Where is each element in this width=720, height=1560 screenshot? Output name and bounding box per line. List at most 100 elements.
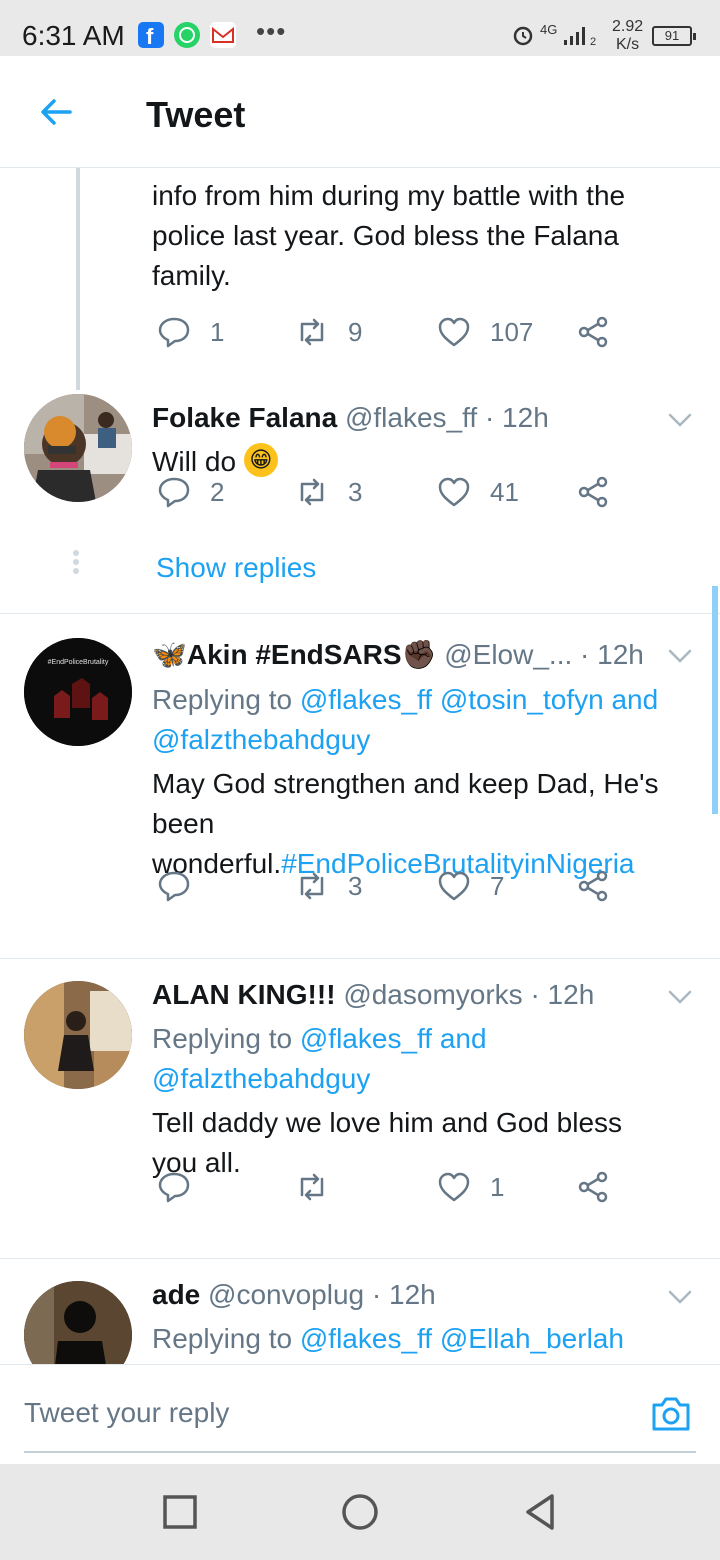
reply-icon xyxy=(158,477,190,508)
retweet-icon xyxy=(300,318,324,346)
chevron-down-icon[interactable] xyxy=(666,983,694,1011)
reply-icon xyxy=(158,1172,190,1203)
thread-dots xyxy=(73,550,81,577)
mention-link[interactable]: @falzthebahdguy xyxy=(152,720,697,760)
reply-icon xyxy=(158,317,190,348)
tweet-actions: 2 3 41 xyxy=(152,472,622,512)
author-handle: @dasomyorks · 12h xyxy=(343,979,595,1010)
like-button[interactable]: 7 xyxy=(436,866,504,906)
mention-link[interactable]: @flakes_ff @Ellah_berlah xyxy=(300,1323,624,1354)
camera-icon[interactable] xyxy=(648,1391,694,1437)
tweet-actions: 1 9 107 xyxy=(152,312,622,352)
tweet-text-line: police last year. God bless the Falana xyxy=(152,220,619,251)
chevron-down-icon[interactable] xyxy=(666,642,694,670)
mention-link[interactable]: @falzthebahdguy xyxy=(152,1059,697,1099)
avatar[interactable] xyxy=(24,394,132,502)
like-button[interactable]: 41 xyxy=(436,472,519,512)
tweet-text: Replying to @flakes_ff @tosin_tofyn and … xyxy=(152,680,697,884)
reply-input[interactable]: Tweet your reply xyxy=(24,1397,229,1429)
tweet-author[interactable]: ALAN KING!!! @dasomyorks · 12h xyxy=(152,979,594,1011)
tweet-actions: 1 xyxy=(152,1167,622,1207)
retweet-icon xyxy=(300,1173,324,1201)
tweet-item[interactable]: #EndPoliceBrutality 🦋Akin #EndSARS✊🏿 @El… xyxy=(0,614,720,958)
tweet-item[interactable]: Folake Falana @flakes_ff · 12h Will do 😁… xyxy=(0,390,720,612)
share-icon xyxy=(578,316,608,348)
speed-unit: K/s xyxy=(616,36,640,53)
tweet-text-line: family. xyxy=(152,260,231,291)
back-arrow-icon[interactable] xyxy=(36,92,76,132)
alarm-icon xyxy=(513,26,533,46)
retweet-icon xyxy=(300,478,324,506)
like-count: 7 xyxy=(490,870,505,901)
share-button[interactable] xyxy=(576,866,630,906)
facebook-icon: f xyxy=(138,22,164,49)
tweet-item[interactable]: info from him during my battle with the … xyxy=(0,168,720,390)
replying-to: Replying to @flakes_ff @tosin_tofyn and xyxy=(152,680,697,720)
show-replies-link[interactable]: Show replies xyxy=(156,552,316,584)
reply-button[interactable]: 1 xyxy=(156,312,224,352)
tweet-author[interactable]: ade @convoplug · 12h xyxy=(152,1279,436,1311)
reply-button[interactable] xyxy=(156,866,210,906)
more-notifications-icon: ••• xyxy=(256,16,287,46)
network-type: 4G xyxy=(540,22,558,37)
svg-text:f: f xyxy=(146,24,154,48)
reply-icon xyxy=(158,871,190,902)
author-handle: @Elow_... · 12h xyxy=(444,639,644,670)
retweet-button[interactable]: 9 xyxy=(294,312,362,352)
sim-slot: 2 xyxy=(590,36,597,48)
scrollbar[interactable] xyxy=(712,586,718,814)
share-icon xyxy=(578,476,608,508)
share-button[interactable] xyxy=(576,1167,630,1207)
replying-to-label: Replying to xyxy=(152,684,293,715)
heart-icon xyxy=(438,871,470,901)
retweet-button[interactable] xyxy=(294,1167,348,1207)
reply-bar: Tweet your reply xyxy=(0,1364,720,1464)
share-button[interactable] xyxy=(576,472,630,512)
share-button[interactable] xyxy=(576,312,630,352)
app-header: Tweet xyxy=(0,56,720,168)
chevron-down-icon[interactable] xyxy=(666,1283,694,1311)
like-button[interactable]: 107 xyxy=(436,312,533,352)
status-bar: 6:31 AM f ••• 4G 2 2.92 K/s 91 xyxy=(0,0,720,56)
chevron-down-icon[interactable] xyxy=(666,406,694,434)
tweet-text-line: Tell daddy we love him and God bless xyxy=(152,1107,623,1138)
status-time: 6:31 AM xyxy=(22,20,125,51)
reply-count: 1 xyxy=(210,316,225,347)
reply-count: 2 xyxy=(210,476,225,507)
tweet-text: info from him during my battle with the … xyxy=(152,176,697,296)
avatar[interactable] xyxy=(24,1281,132,1364)
author-name: ALAN KING!!! xyxy=(152,979,336,1010)
tweet-item[interactable]: ALAN KING!!! @dasomyorks · 12h Replying … xyxy=(0,959,720,1259)
retweet-button[interactable]: 3 xyxy=(294,866,362,906)
like-count: 107 xyxy=(490,316,534,347)
tweet-text: Replying to @flakes_ff @Ellah_berlah xyxy=(152,1319,697,1359)
avatar[interactable]: #EndPoliceBrutality xyxy=(24,638,132,746)
heart-icon xyxy=(438,477,470,507)
back-triangle-icon[interactable] xyxy=(520,1492,560,1532)
retweet-count: 9 xyxy=(348,316,363,347)
tweet-author[interactable]: 🦋Akin #EndSARS✊🏿 @Elow_... · 12h xyxy=(152,638,644,671)
replying-to-label: Replying to xyxy=(152,1323,293,1354)
tweet-text-line: info from him during my battle with the xyxy=(152,180,626,211)
mention-link[interactable]: @flakes_ff @tosin_tofyn and xyxy=(300,684,658,715)
replying-to-label: Replying to xyxy=(152,1023,293,1054)
butterfly-emoji: 🦋 xyxy=(152,639,187,670)
reply-underline xyxy=(24,1451,696,1453)
signal-icon xyxy=(564,27,585,45)
tweet-actions: 3 7 xyxy=(152,866,622,906)
reply-button[interactable]: 2 xyxy=(156,472,224,512)
speed-value: 2.92 xyxy=(612,18,644,35)
reply-button[interactable] xyxy=(156,1167,210,1207)
like-button[interactable]: 1 xyxy=(436,1167,504,1207)
mention-link[interactable]: @flakes_ff and xyxy=(300,1023,487,1054)
whatsapp-icon xyxy=(174,22,200,48)
tweet-feed[interactable]: info from him during my battle with the … xyxy=(0,168,720,1364)
recents-square-icon[interactable] xyxy=(160,1492,200,1532)
replying-to: Replying to @flakes_ff @Ellah_berlah xyxy=(152,1319,697,1359)
avatar[interactable] xyxy=(24,981,132,1089)
fist-emoji: ✊🏿 xyxy=(401,639,437,670)
home-circle-icon[interactable] xyxy=(340,1492,380,1532)
tweet-item[interactable]: ade @convoplug · 12h Replying to @flakes… xyxy=(0,1259,720,1364)
retweet-button[interactable]: 3 xyxy=(294,472,362,512)
tweet-author[interactable]: Folake Falana @flakes_ff · 12h xyxy=(152,402,549,434)
